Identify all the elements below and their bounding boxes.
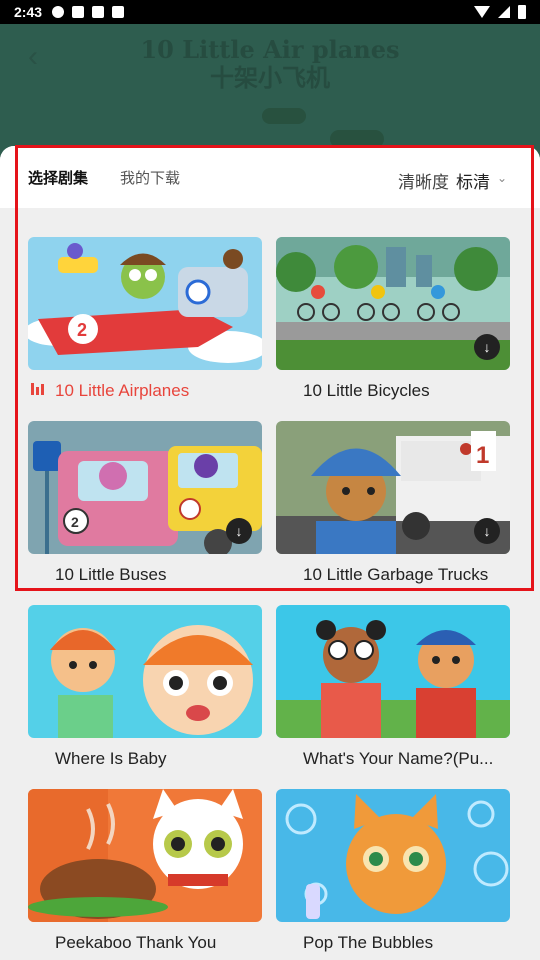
episode-thumbnail bbox=[28, 789, 262, 922]
playing-bars-icon bbox=[31, 383, 44, 395]
quality-select[interactable]: 标清 bbox=[456, 168, 490, 193]
video-player[interactable]: ‹ 10 Little Air planes 十架小飞机 bbox=[0, 24, 540, 154]
video-title-zh: 十架小飞机 bbox=[210, 63, 330, 92]
chevron-down-icon[interactable]: ⌄ bbox=[497, 171, 507, 185]
video-title: 10 Little Air planes 十架小飞机 bbox=[0, 36, 540, 92]
svg-text:2: 2 bbox=[77, 320, 87, 340]
download-icon: ↓ bbox=[474, 518, 500, 544]
episode-title: 10 Little Buses bbox=[55, 565, 167, 584]
episode-card[interactable]: What's Your Name?(Pu... bbox=[276, 605, 510, 768]
episode-title: 10 Little Garbage Trucks bbox=[303, 565, 489, 584]
quality-label: 清晰度 bbox=[398, 173, 449, 192]
wifi-icon bbox=[474, 6, 490, 18]
episode-card[interactable]: Where Is Baby bbox=[28, 605, 262, 768]
download-icon: ↓ bbox=[474, 334, 500, 360]
episode-title: Peekaboo Thank You bbox=[55, 933, 217, 952]
download-icon: ↓ bbox=[226, 518, 252, 544]
episode-sheet: 选择剧集 我的下载 清晰度 标清 ⌄ 2 10 Little Airplanes… bbox=[0, 146, 540, 960]
status-bar: 2:43 bbox=[0, 0, 540, 24]
notification-icon bbox=[72, 6, 85, 18]
battery-icon bbox=[518, 5, 526, 19]
svg-text:2: 2 bbox=[71, 514, 79, 530]
episode-card[interactable]: Peekaboo Thank You bbox=[28, 789, 262, 952]
episode-card[interactable]: 2 ↓ 10 Little Buses bbox=[28, 421, 262, 584]
notification-icon bbox=[52, 6, 65, 18]
svg-text:1: 1 bbox=[476, 442, 489, 469]
episode-thumbnail bbox=[276, 605, 510, 738]
sheet-header: 选择剧集 我的下载 清晰度 标清 ⌄ bbox=[0, 146, 540, 208]
episode-thumbnail: ↓ bbox=[276, 237, 510, 370]
tab-select-episodes[interactable]: 选择剧集 bbox=[28, 170, 88, 188]
notification-icon bbox=[92, 6, 105, 18]
episode-thumbnail: 2 ↓ bbox=[28, 421, 262, 554]
episode-thumbnail bbox=[28, 605, 262, 738]
episode-title: Pop The Bubbles bbox=[303, 933, 434, 952]
episode-thumbnail: 1 ↓ bbox=[276, 421, 510, 554]
episode-card[interactable]: 2 10 Little Airplanes bbox=[28, 237, 262, 400]
episode-title: 10 Little Airplanes bbox=[55, 381, 190, 400]
episode-title: What's Your Name?(Pu... bbox=[303, 749, 494, 768]
episode-title: 10 Little Bicycles bbox=[303, 381, 430, 400]
cloud-decoration bbox=[262, 108, 306, 124]
video-title-en: 10 Little Air planes bbox=[140, 35, 400, 64]
tab-my-downloads[interactable]: 我的下载 bbox=[120, 170, 180, 188]
episode-card[interactable]: ↓ 10 Little Bicycles bbox=[276, 237, 510, 400]
episode-card[interactable]: Pop The Bubbles bbox=[276, 789, 510, 952]
episode-title: Where Is Baby bbox=[55, 749, 167, 768]
signal-icon bbox=[498, 6, 510, 18]
episode-card[interactable]: 1 ↓ 10 Little Garbage Trucks bbox=[276, 421, 510, 584]
status-time: 2:43 bbox=[14, 4, 43, 20]
notification-icon bbox=[112, 6, 125, 18]
episode-thumbnail: 2 bbox=[28, 237, 262, 370]
episode-thumbnail bbox=[276, 789, 510, 922]
